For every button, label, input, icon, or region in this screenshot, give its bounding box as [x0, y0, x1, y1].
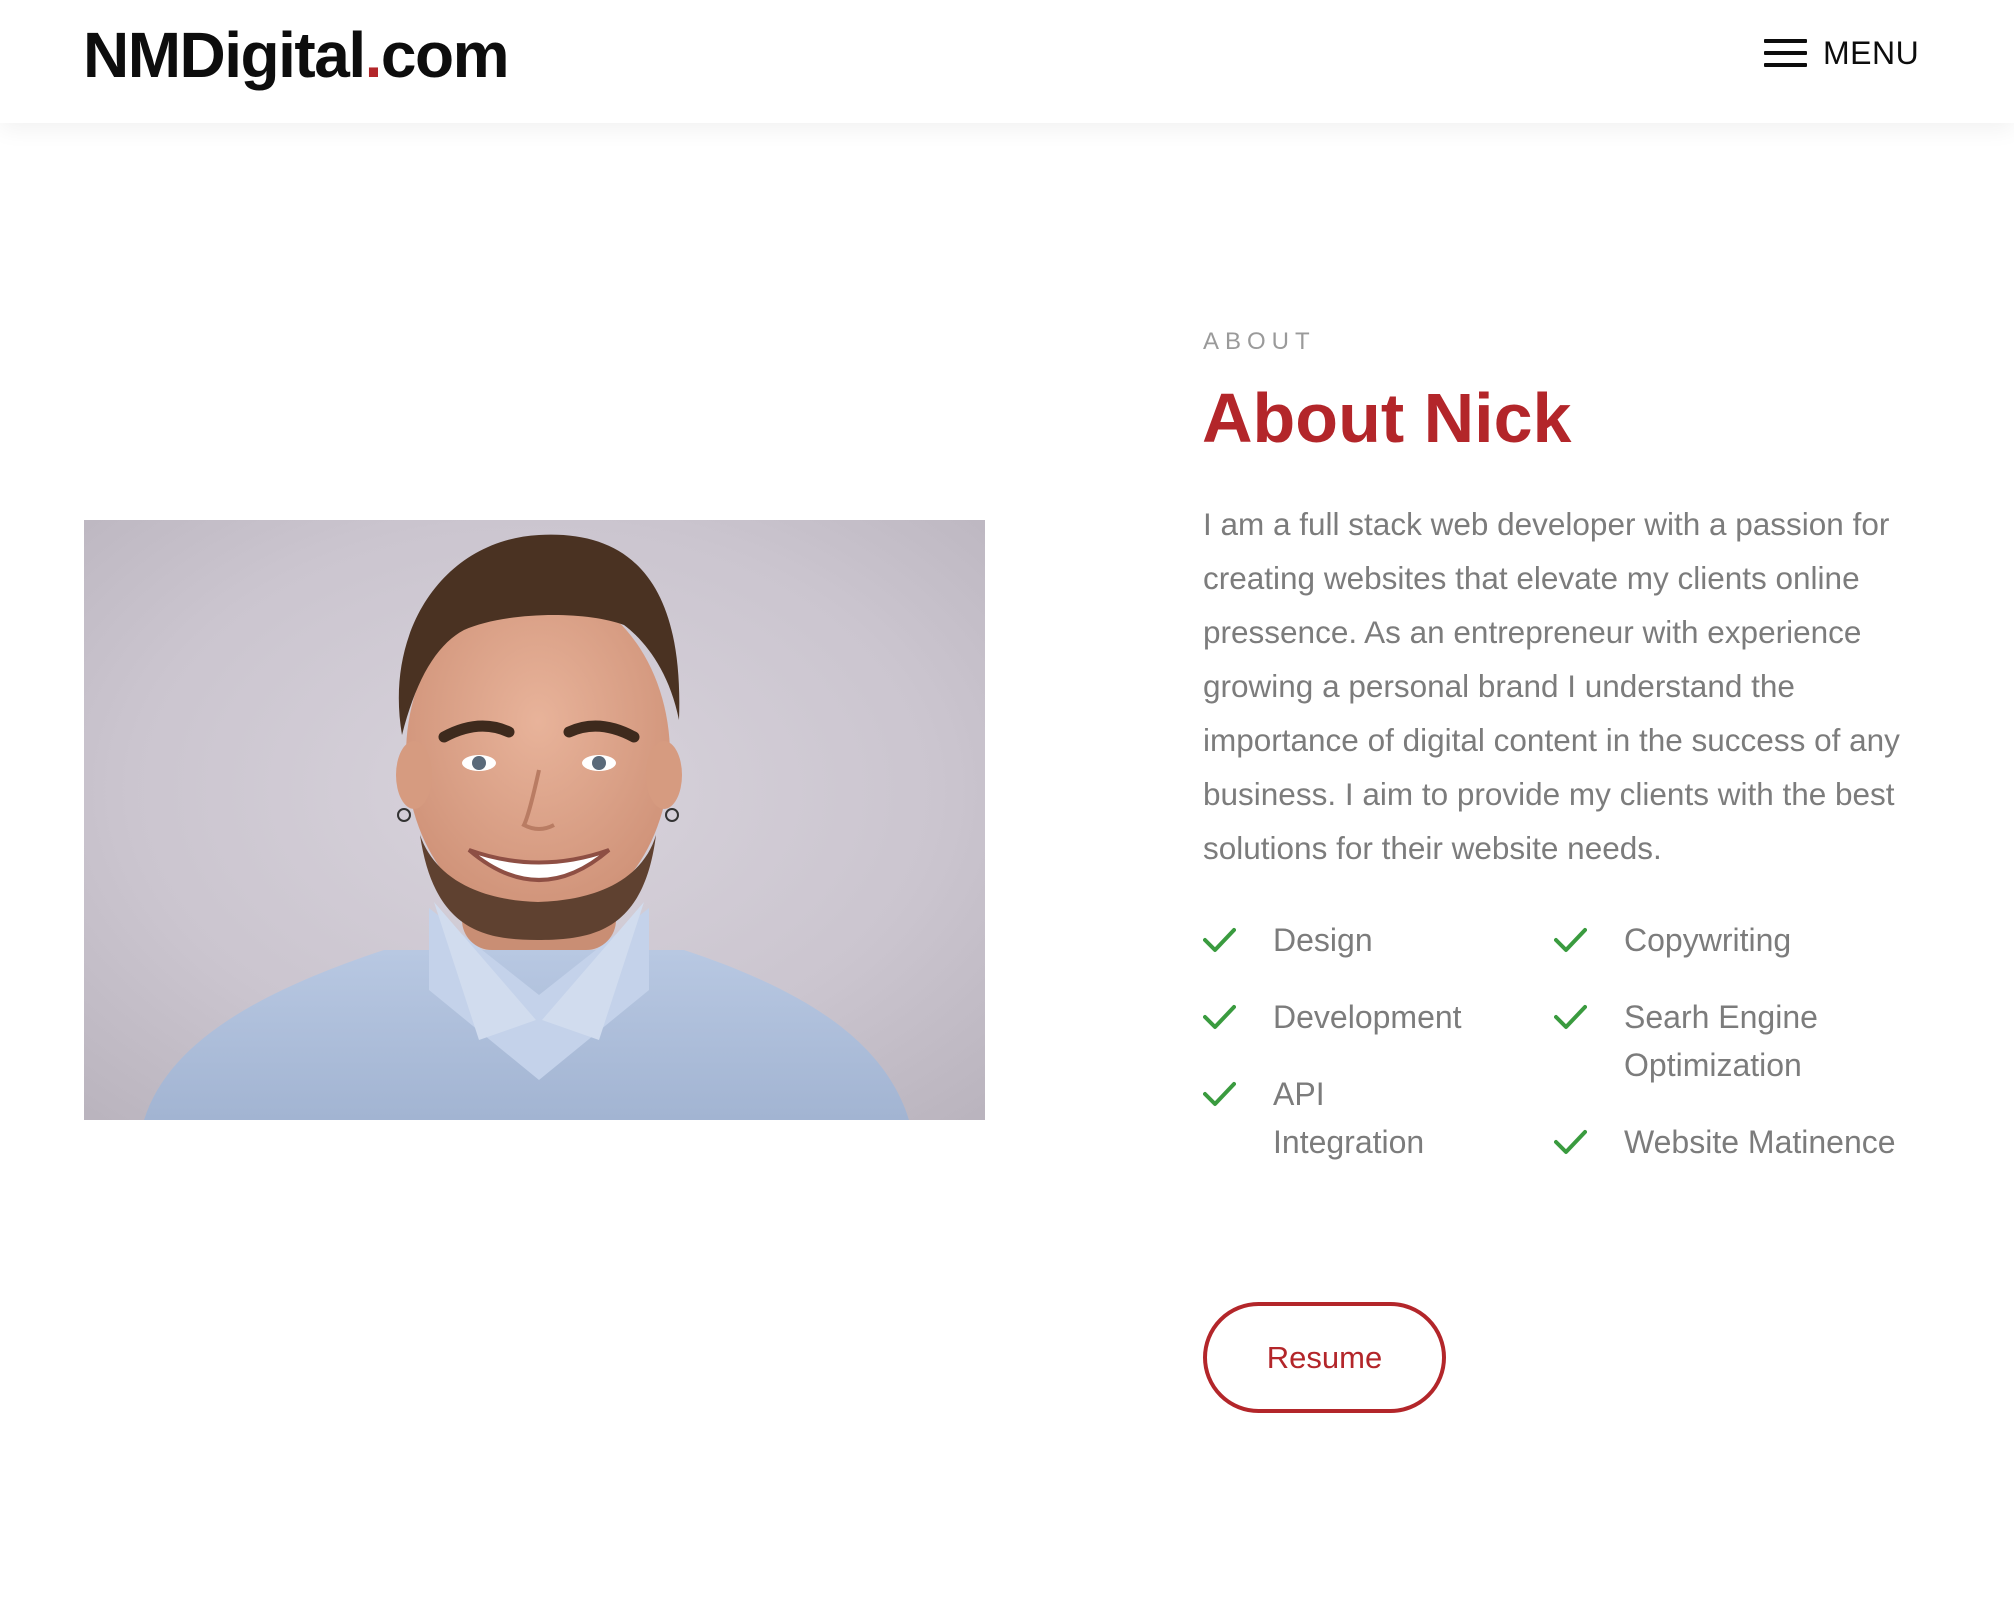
logo-name: NMDigital [83, 19, 366, 91]
site-header: NMDigital.com MENU [0, 0, 2014, 123]
menu-label: MENU [1823, 34, 1920, 71]
skill-label: Copywriting [1624, 922, 1792, 958]
skill-item-seo: Searh Engine Optimization [1554, 993, 1943, 1089]
bio-paragraph: I am a full stack web developer with a p… [1203, 506, 1900, 866]
skills-column-left: Design Development API Integration [1203, 916, 1554, 1195]
check-icon [1203, 916, 1236, 964]
check-icon [1554, 916, 1587, 964]
skills-list: Design Development API Integration Copyw… [1203, 916, 1943, 1195]
skill-item-design: Design [1203, 916, 1554, 964]
logo-dot: . [364, 19, 383, 91]
skill-label: Searh Engine Optimization [1624, 999, 1818, 1083]
skill-label: Website Matinence [1624, 1124, 1896, 1160]
check-icon [1203, 1070, 1236, 1118]
menu-button[interactable]: MENU [1764, 30, 1919, 76]
skill-item-api-integration: API Integration [1203, 1070, 1554, 1166]
check-icon [1203, 993, 1236, 1041]
section-title: About Nick [1202, 379, 1572, 457]
resume-button-label: Resume [1266, 1339, 1383, 1375]
logo-tld: com [380, 19, 510, 91]
section-eyebrow: ABOUT [1203, 328, 1316, 355]
skill-item-copywriting: Copywriting [1554, 916, 1943, 964]
profile-photo [84, 520, 985, 1120]
skills-column-right: Copywriting Searh Engine Optimization We… [1554, 916, 1943, 1195]
skill-label: Development [1273, 999, 1462, 1035]
resume-button[interactable]: Resume [1203, 1302, 1446, 1413]
skill-item-development: Development [1203, 993, 1554, 1041]
skill-item-website-maintenance: Website Matinence [1554, 1118, 1943, 1166]
check-icon [1554, 1118, 1587, 1166]
skill-label: API Integration [1273, 1076, 1425, 1160]
skill-label: Design [1273, 922, 1373, 958]
check-icon [1554, 993, 1587, 1041]
site-logo[interactable]: NMDigital.com [83, 18, 510, 92]
hamburger-icon [1764, 39, 1807, 67]
